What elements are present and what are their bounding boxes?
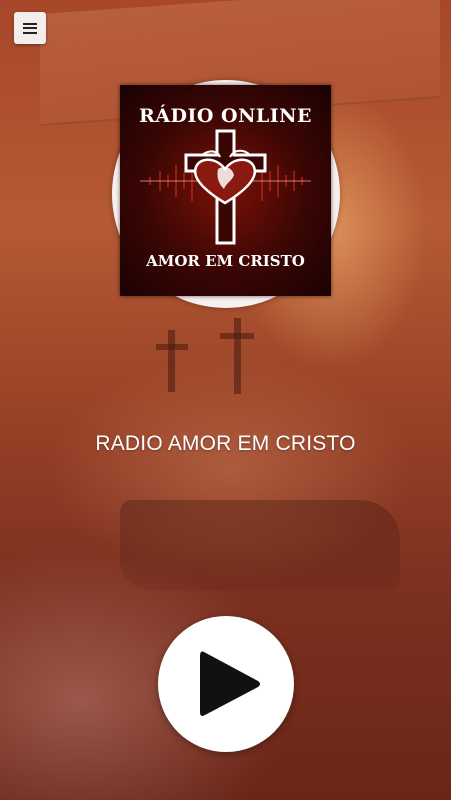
station-logo: RÁDIO ONLINE AMOR EM CRISTO xyxy=(120,85,331,296)
logo-subtitle: AMOR EM CRISTO xyxy=(146,252,305,270)
background-rock xyxy=(120,500,400,590)
background-cross xyxy=(156,344,188,350)
hamburger-icon xyxy=(23,22,37,34)
background-cross xyxy=(220,333,254,339)
station-name: RADIO AMOR EM CRISTO xyxy=(95,432,356,455)
menu-button[interactable] xyxy=(14,12,46,44)
play-button[interactable] xyxy=(158,616,294,752)
background-cross xyxy=(168,330,175,392)
background-cross xyxy=(234,318,241,394)
play-icon xyxy=(200,651,260,716)
